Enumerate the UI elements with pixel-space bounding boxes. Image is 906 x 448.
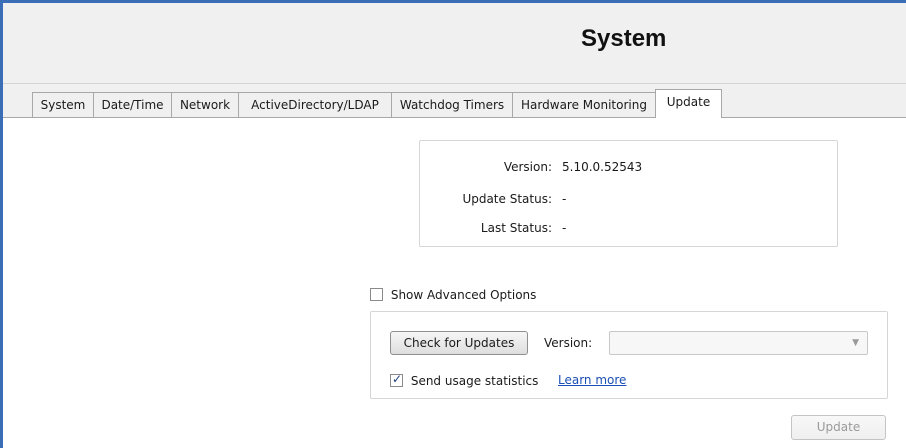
send-usage-statistics-label[interactable]: Send usage statistics <box>411 374 539 388</box>
tab-system[interactable]: System <box>32 92 94 117</box>
update-status-value: - <box>562 192 567 206</box>
chevron-down-icon: ▼ <box>852 338 859 348</box>
show-advanced-options-checkbox[interactable] <box>370 288 383 301</box>
show-advanced-options-label[interactable]: Show Advanced Options <box>391 288 537 302</box>
show-advanced-options-row[interactable]: Show Advanced Options <box>370 287 536 302</box>
version-value: 5.10.0.52543 <box>562 160 643 174</box>
version-info-panel: Version: 5.10.0.52543 Update Status: - L… <box>419 140 838 247</box>
version-select[interactable]: ▼ <box>609 331 868 355</box>
version-select-label: Version: <box>544 336 593 350</box>
advanced-options-panel: Check for Updates Version: ▼ Send usage … <box>370 311 888 399</box>
version-label: Version: <box>503 160 552 174</box>
send-usage-statistics-row[interactable]: Send usage statistics <box>390 372 539 388</box>
update-button[interactable]: Update <box>791 415 886 440</box>
update-status-label: Update Status: <box>462 192 552 206</box>
tab-watchdog-timers[interactable]: Watchdog Timers <box>391 92 513 117</box>
last-status-value: - <box>562 221 567 235</box>
tab-hardware-monitoring[interactable]: Hardware Monitoring <box>512 92 656 117</box>
tab-date-time[interactable]: Date/Time <box>93 92 172 117</box>
tab-active-directory-ldap[interactable]: ActiveDirectory/LDAP <box>238 92 392 117</box>
tab-update[interactable]: Update <box>655 89 722 118</box>
learn-more-link[interactable]: Learn more <box>558 373 626 387</box>
check-for-updates-button[interactable]: Check for Updates <box>390 331 528 355</box>
tab-network[interactable]: Network <box>171 92 239 117</box>
send-usage-statistics-checkbox[interactable] <box>390 372 403 387</box>
last-status-label: Last Status: <box>480 221 552 235</box>
page-header: System <box>3 3 906 84</box>
page-title: System <box>581 25 667 52</box>
